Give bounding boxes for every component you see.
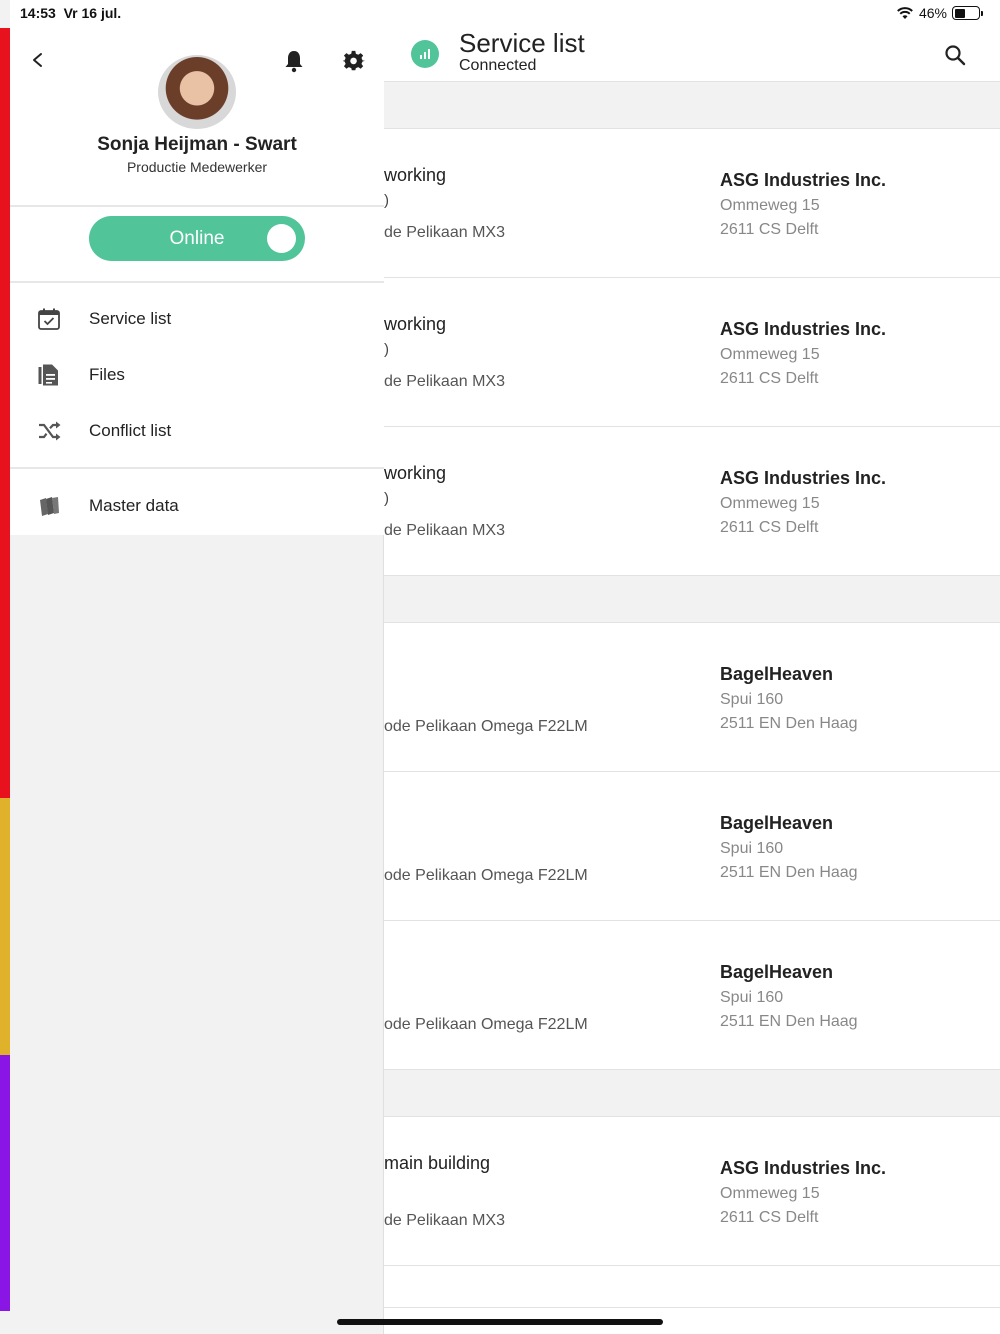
group-separator: [384, 82, 1000, 129]
item-subtitle: ): [384, 192, 389, 209]
item-customer: BagelHeaven: [720, 664, 834, 684]
nav-label: Service list: [89, 309, 172, 328]
battery-icon: [952, 6, 983, 20]
toggle-knob: [267, 224, 296, 253]
shuffle-icon: [39, 421, 61, 441]
nav-label: Files: [89, 365, 125, 384]
gear-icon[interactable]: [343, 50, 365, 72]
list-item[interactable]: ode Pelikaan Omega F22LM BagelHeaven Spu…: [384, 623, 1000, 772]
item-street: Ommeweg 15: [720, 346, 820, 363]
status-bar: 14:53 Vr 16 jul. 46%: [0, 0, 1000, 28]
battery-percent: 46%: [918, 5, 947, 21]
nav-label: Conflict list: [89, 421, 172, 440]
item-street: Spui 160: [720, 840, 784, 857]
file-icon: [38, 364, 58, 386]
list-item[interactable]: working ) de Pelikaan MX3 ASG Industries…: [384, 278, 1000, 427]
item-customer: ASG Industries Inc.: [720, 319, 887, 339]
item-city: 2611 CS Delft: [720, 1209, 819, 1226]
side-drawer: Sonja Heijman - Swart Productie Medewerk…: [0, 0, 384, 1334]
service-list: working ) de Pelikaan MX3 ASG Industries…: [384, 82, 1000, 1308]
connection-status-icon: [411, 40, 439, 68]
item-street: Ommeweg 15: [720, 495, 820, 512]
status-right: 46%: [896, 5, 983, 21]
item-customer: ASG Industries Inc.: [720, 170, 887, 190]
list-item[interactable]: ode Pelikaan Omega F22LM BagelHeaven Spu…: [384, 772, 1000, 921]
avatar: [158, 55, 236, 129]
item-city: 2511 EN Den Haag: [720, 715, 858, 732]
nav-item-master-data[interactable]: Master data: [10, 484, 384, 528]
item-city: 2511 EN Den Haag: [720, 1013, 858, 1030]
item-machine: ode Pelikaan Omega F22LM: [384, 867, 588, 884]
item-city: 2611 CS Delft: [720, 221, 819, 238]
accent-stripe: [0, 28, 10, 1311]
item-title: working: [384, 165, 447, 185]
item-title: main building: [384, 1153, 491, 1173]
item-machine: de Pelikaan MX3: [384, 522, 505, 539]
item-machine: ode Pelikaan Omega F22LM: [384, 1016, 588, 1033]
search-icon[interactable]: [944, 44, 966, 66]
profile-role: Productie Medewerker: [126, 159, 268, 175]
drawer-menu: Sonja Heijman - Swart Productie Medewerk…: [10, 0, 384, 535]
list-item[interactable]: main building de Pelikaan MX3 ASG Indust…: [384, 1117, 1000, 1266]
list-item[interactable]: [384, 1266, 1000, 1308]
item-machine: ode Pelikaan Omega F22LM: [384, 718, 588, 735]
list-item[interactable]: ode Pelikaan Omega F22LM BagelHeaven Spu…: [384, 921, 1000, 1070]
nav-item-files[interactable]: Files: [10, 353, 384, 397]
divider: [10, 281, 384, 283]
item-street: Ommeweg 15: [720, 1185, 820, 1202]
connection-status-text: Connected: [459, 57, 537, 74]
status-time: 14:53 Vr 16 jul.: [20, 5, 122, 21]
calendar-check-icon: [38, 308, 60, 330]
item-title: working: [384, 463, 447, 483]
divider: [10, 467, 384, 469]
nav-item-conflict-list[interactable]: Conflict list: [10, 409, 384, 453]
group-separator: [384, 1070, 1000, 1117]
item-customer: ASG Industries Inc.: [720, 468, 887, 488]
item-subtitle: ): [384, 341, 389, 358]
main-panel: Service list Connected working ) de Peli…: [384, 0, 1000, 1334]
item-city: 2511 EN Den Haag: [720, 864, 858, 881]
item-customer: BagelHeaven: [720, 962, 834, 982]
item-customer: ASG Industries Inc.: [720, 1158, 887, 1178]
item-city: 2611 CS Delft: [720, 370, 819, 387]
item-street: Spui 160: [720, 989, 784, 1006]
item-machine: de Pelikaan MX3: [384, 224, 505, 241]
home-indicator[interactable]: [337, 1319, 663, 1325]
item-street: Ommeweg 15: [720, 197, 820, 214]
online-toggle[interactable]: Online: [89, 216, 305, 261]
item-city: 2611 CS Delft: [720, 519, 819, 536]
nav-item-service-list[interactable]: Service list: [10, 297, 384, 341]
divider: [10, 205, 384, 207]
item-machine: de Pelikaan MX3: [384, 1212, 505, 1229]
page-title: Service list: [459, 28, 585, 58]
item-machine: de Pelikaan MX3: [384, 373, 505, 390]
item-street: Spui 160: [720, 691, 784, 708]
list-item[interactable]: working ) de Pelikaan MX3 ASG Industries…: [384, 129, 1000, 278]
list-item[interactable]: working ) de Pelikaan MX3 ASG Industries…: [384, 427, 1000, 576]
books-icon: [40, 497, 59, 516]
item-subtitle: ): [384, 490, 389, 507]
wifi-icon: [897, 7, 913, 19]
item-customer: BagelHeaven: [720, 813, 834, 833]
nav-label: Master data: [89, 496, 179, 515]
bell-icon[interactable]: [283, 49, 305, 73]
back-chevron-icon[interactable]: [30, 52, 46, 68]
group-separator: [384, 576, 1000, 623]
profile-name: Sonja Heijman - Swart: [97, 134, 297, 155]
item-title: working: [384, 314, 447, 334]
